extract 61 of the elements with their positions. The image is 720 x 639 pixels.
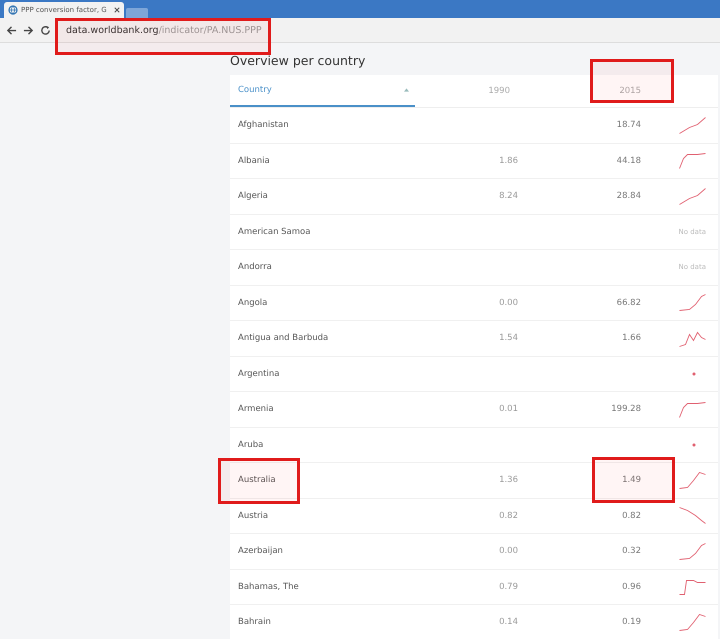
- value-cell: 44.18: [616, 156, 641, 166]
- column-header[interactable]: Country: [230, 75, 415, 107]
- back-arrow-icon[interactable]: [6, 24, 17, 36]
- sparkline: [679, 188, 706, 205]
- url-text: data.worldbank.org/indicator/PA.NUS.PPP: [66, 24, 262, 36]
- forward-arrow-icon[interactable]: [23, 24, 34, 36]
- reload-icon[interactable]: [40, 24, 51, 36]
- value-cell: 0.01: [499, 404, 518, 414]
- country-cell: Armenia: [238, 404, 274, 414]
- value-cell: 18.74: [616, 120, 641, 130]
- value-cell: 66.82: [616, 298, 641, 308]
- value-cell: 0.82: [499, 510, 518, 521]
- sparkline: [679, 330, 706, 347]
- column-header[interactable]: 1990: [415, 75, 518, 107]
- value-cell: 0.00: [499, 298, 518, 308]
- section-title: Overview per country: [230, 53, 366, 69]
- value-cell: 0.32: [622, 546, 641, 556]
- country-cell: American Samoa: [238, 226, 310, 237]
- country-cell: Azerbaijan: [238, 546, 283, 556]
- sparkline: [679, 507, 706, 524]
- sparkline: [679, 116, 706, 134]
- country-cell: Bahrain: [238, 617, 271, 628]
- value-cell: 1.49: [622, 475, 641, 486]
- value-cell: 28.84: [616, 191, 641, 202]
- sparkline: [679, 614, 706, 631]
- value-cell: 0.19: [622, 617, 641, 628]
- value-cell: 1.86: [499, 156, 518, 166]
- close-icon[interactable]: [114, 7, 120, 13]
- country-cell: Algeria: [238, 191, 268, 202]
- country-cell: Angola: [238, 298, 268, 308]
- value-cell: 0.00: [499, 546, 518, 556]
- sparkline: [679, 152, 706, 170]
- value-cell: 8.24: [499, 191, 518, 202]
- sparkline: [679, 542, 706, 560]
- country-cell: Argentina: [238, 368, 280, 379]
- globe-icon: [8, 5, 18, 15]
- value-cell: 1.36: [499, 475, 518, 486]
- country-cell: Afghanistan: [238, 120, 289, 130]
- country-cell: Aruba: [238, 440, 264, 450]
- column-header[interactable]: 2015: [518, 75, 641, 107]
- value-cell: 0.79: [499, 582, 518, 592]
- sparkline-dot: [692, 442, 696, 447]
- country-cell: Albania: [238, 156, 270, 166]
- country-cell: Australia: [238, 475, 276, 486]
- sparkline: [679, 400, 706, 418]
- country-cell: Bahamas, The: [238, 582, 299, 592]
- value-cell: 0.14: [499, 617, 518, 628]
- country-cell: Andorra: [238, 262, 272, 272]
- value-cell: 1.54: [499, 333, 518, 344]
- sparkline: [679, 472, 706, 489]
- value-cell: 0.96: [622, 582, 641, 592]
- value-cell: 0.82: [622, 510, 641, 521]
- country-cell: Austria: [238, 510, 268, 521]
- sparkline-dot: [692, 372, 696, 376]
- value-cell: 199.28: [611, 404, 641, 414]
- value-cell: 1.66: [622, 333, 641, 344]
- sparkline: [679, 578, 706, 596]
- sparkline: [679, 294, 706, 312]
- country-cell: Antigua and Barbuda: [238, 333, 328, 344]
- address-bar[interactable]: data.worldbank.org/indicator/PA.NUS.PPP: [57, 22, 265, 38]
- sort-caret-icon: [404, 88, 409, 92]
